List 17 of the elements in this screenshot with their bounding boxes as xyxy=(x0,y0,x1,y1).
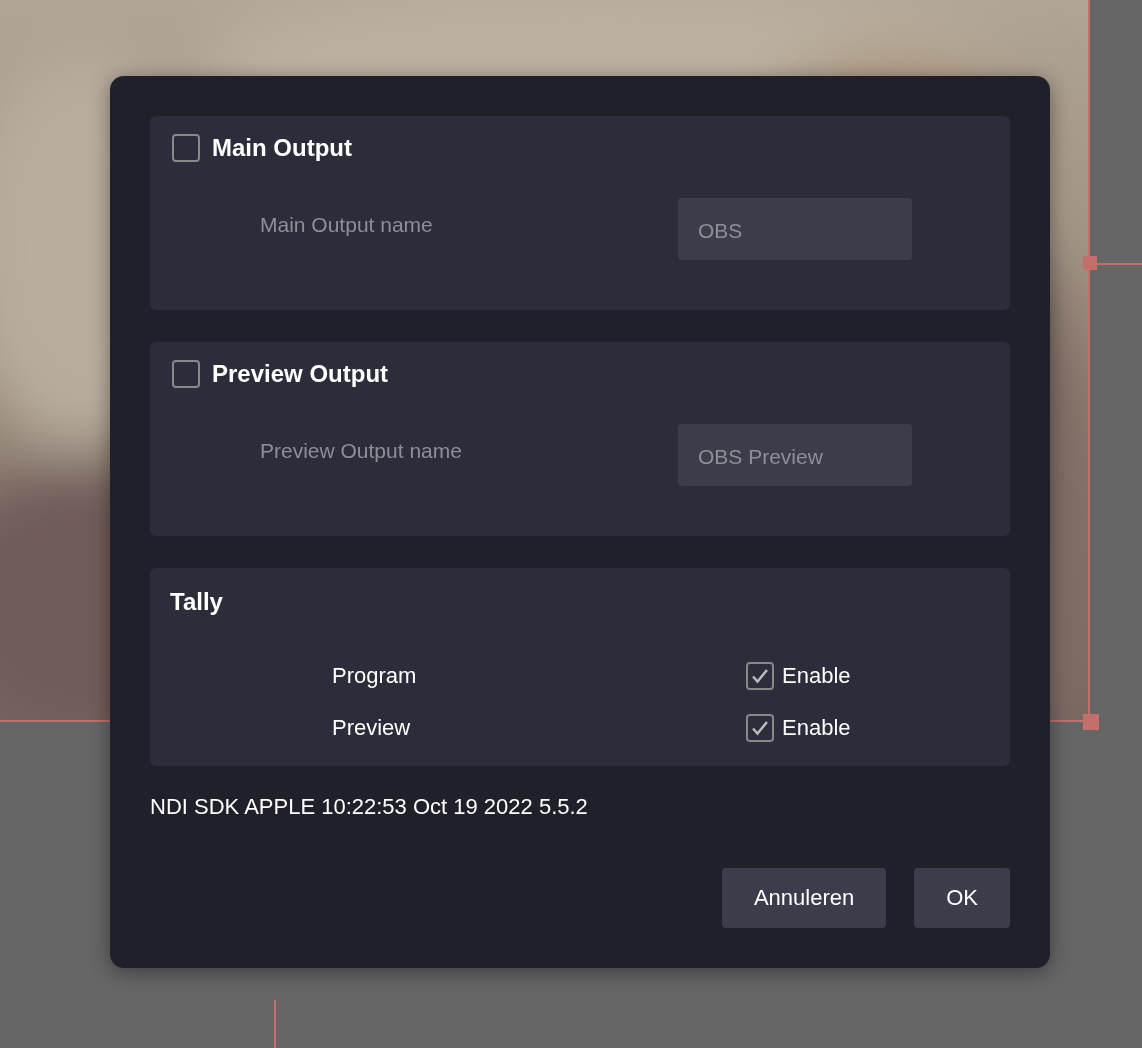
checkbox[interactable] xyxy=(746,662,774,690)
checkbox-label: Enable xyxy=(782,715,851,741)
field-label: Main Output name xyxy=(260,213,434,237)
version-text: NDI SDK APPLE 10:22:53 Oct 19 2022 5.5.2 xyxy=(150,794,589,820)
cancel-button[interactable]: Annuleren xyxy=(721,868,887,928)
section-title: Tally xyxy=(170,588,223,615)
checkbox[interactable] xyxy=(746,714,774,742)
ok-button[interactable]: OK xyxy=(914,868,1010,928)
row-label: Preview xyxy=(332,715,412,741)
section-title: Main Output xyxy=(212,134,352,162)
section-title: Preview Output xyxy=(212,360,389,388)
row-label: Program xyxy=(332,663,418,689)
resize-handle[interactable] xyxy=(1083,714,1099,730)
field-label: Preview Output name xyxy=(260,439,463,463)
guide-line xyxy=(274,1000,276,1048)
resize-handle[interactable] xyxy=(1083,256,1097,270)
checkbox-label: Enable xyxy=(782,663,851,689)
